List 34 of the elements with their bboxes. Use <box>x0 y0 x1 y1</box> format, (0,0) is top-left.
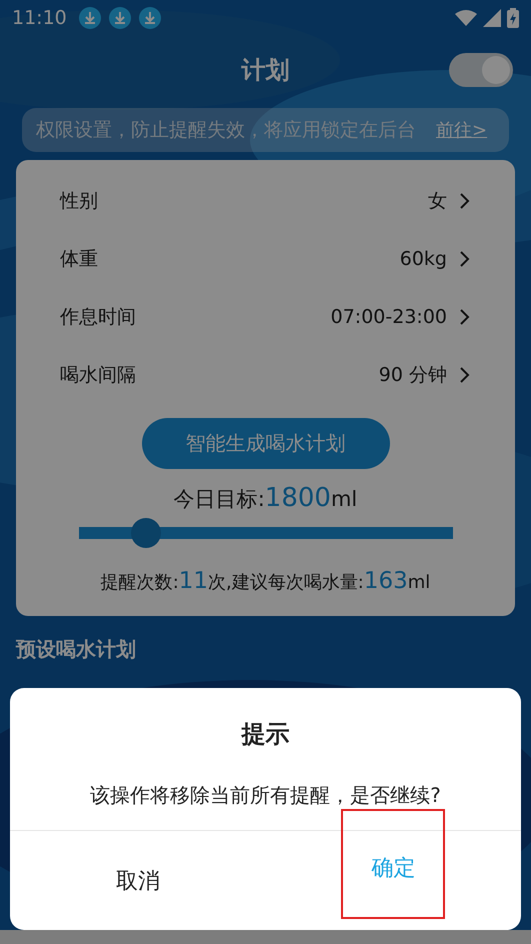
battery-icon <box>507 8 519 28</box>
download-icon <box>108 7 131 29</box>
reminder-summary: 提醒次数:11次,建议每次喝水量:163ml <box>100 568 430 594</box>
setting-row[interactable]: 体重 60kg <box>16 230 515 288</box>
chevron-icon <box>459 308 471 326</box>
chevron-icon <box>459 250 471 268</box>
page-title: 计划 <box>242 55 290 86</box>
setting-label: 性别 <box>60 189 98 214</box>
setting-value: 07:00-23:00 <box>330 306 447 328</box>
section-title: 预设喝水计划 <box>16 636 137 663</box>
wifi-icon <box>455 10 477 26</box>
cancel-button[interactable]: 取消 <box>104 856 172 906</box>
setting-label: 喝水间隔 <box>60 363 136 388</box>
setting-label: 作息时间 <box>60 305 136 330</box>
setting-row[interactable]: 喝水间隔 90 分钟 <box>16 346 515 404</box>
dialog-message: 该操作将移除当前所有提醒，是否继续? <box>90 782 441 809</box>
setting-value: 90 分钟 <box>378 363 447 388</box>
signal-icon <box>483 9 501 27</box>
setting-value: 60kg <box>400 248 447 270</box>
confirm-button[interactable]: 确定 <box>341 808 446 918</box>
download-icon <box>138 7 161 29</box>
clock: 11:10 <box>12 7 67 29</box>
chevron-icon <box>459 366 471 384</box>
reminder-switch[interactable] <box>449 53 513 87</box>
setting-label: 体重 <box>60 247 98 272</box>
banner-text: 权限设置，防止提醒失效，将应用锁定在后台 <box>36 118 417 143</box>
daily-goal: 今日目标:1800ml <box>174 483 358 513</box>
slider-thumb[interactable] <box>130 518 161 548</box>
setting-row[interactable]: 性别 女 <box>16 172 515 230</box>
setting-row[interactable]: 作息时间 07:00-23:00 <box>16 288 515 346</box>
download-icon <box>78 7 101 29</box>
dialog-title: 提示 <box>242 719 290 750</box>
setting-value: 女 <box>428 189 447 214</box>
chevron-icon <box>459 192 471 210</box>
